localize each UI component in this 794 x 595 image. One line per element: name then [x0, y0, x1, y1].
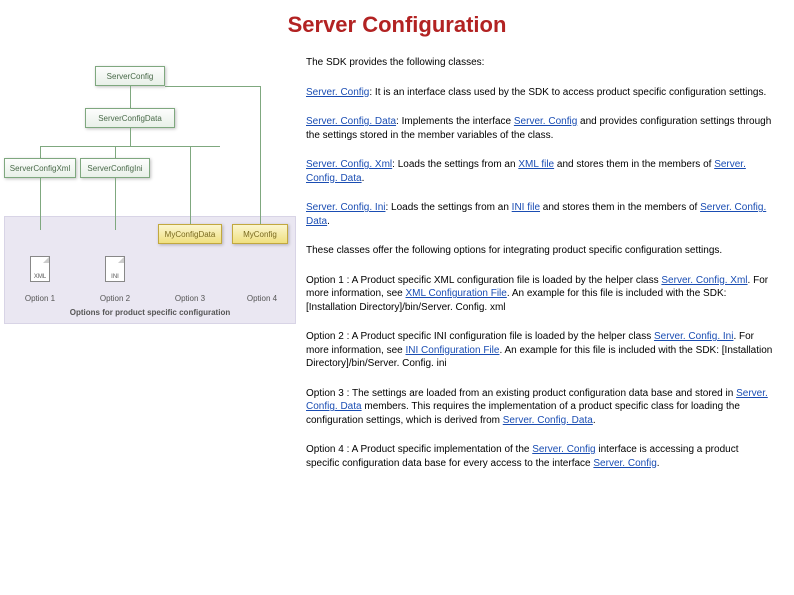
class-serverconfigini: Server. Config. Ini: Loads the settings …	[306, 201, 774, 228]
diagram-label-option2: Option 2	[85, 294, 145, 303]
link-o1-1[interactable]: Server. Config. Xml	[661, 275, 747, 286]
text: .	[327, 216, 330, 227]
connector	[190, 146, 191, 224]
text: Option 4 : A Product specific implementa…	[306, 444, 532, 455]
file-icon-xml: XML	[30, 256, 50, 282]
diagram-box-myconfigdata: MyConfigData	[158, 224, 222, 244]
option-1: Option 1 : A Product specific XML config…	[306, 274, 774, 315]
link-serverconfig-inline[interactable]: Server. Config	[514, 116, 577, 127]
class-serverconfigdata: Server. Config. Data: Implements the int…	[306, 115, 774, 142]
diagram-label-option1: Option 1	[10, 294, 70, 303]
class-serverconfig: Server. Config: It is an interface class…	[306, 86, 774, 100]
diagram-box-serverconfig: ServerConfig	[95, 66, 165, 86]
diagram-box-serverconfigxml: ServerConfigXml	[4, 158, 76, 178]
link-serverconfigini[interactable]: Server. Config. Ini	[306, 202, 385, 213]
text: and stores them in the members of	[554, 159, 714, 170]
connector	[130, 86, 131, 108]
connector	[130, 128, 131, 146]
file-icon-ini: INI	[105, 256, 125, 282]
link-serverconfigdata[interactable]: Server. Config. Data	[306, 116, 396, 127]
page-title: Server Configuration	[0, 0, 794, 46]
class-serverconfigxml: Server. Config. Xml: Loads the settings …	[306, 158, 774, 185]
link-o3-2[interactable]: Server. Config. Data	[503, 415, 593, 426]
text: : Loads the settings from an	[392, 159, 518, 170]
diagram-box-serverconfigini: ServerConfigIni	[80, 158, 150, 178]
link-o4-1[interactable]: Server. Config	[532, 444, 595, 455]
text: : It is an interface class used by the S…	[369, 87, 766, 98]
diagram-label-option4: Option 4	[232, 294, 292, 303]
diagram-box-serverconfigdata: ServerConfigData	[85, 108, 175, 128]
text: Option 2 : A Product specific INI config…	[306, 331, 654, 342]
text: .	[657, 458, 660, 469]
diagram-box-myconfig: MyConfig	[232, 224, 288, 244]
text: Option 1 : A Product specific XML config…	[306, 275, 661, 286]
text: Option 3 : The settings are loaded from …	[306, 388, 736, 399]
link-o2-2[interactable]: INI Configuration File	[406, 345, 500, 356]
link-o4-2[interactable]: Server. Config	[593, 458, 656, 469]
text: .	[362, 173, 365, 184]
connector	[165, 86, 260, 87]
text: : Implements the interface	[396, 116, 514, 127]
text: .	[593, 415, 596, 426]
option-4: Option 4 : A Product specific implementa…	[306, 443, 774, 470]
link-o2-1[interactable]: Server. Config. Ini	[654, 331, 733, 342]
content-row: ServerConfig ServerConfigData ServerConf…	[0, 46, 794, 486]
link-o1-2[interactable]: XML Configuration File	[406, 288, 507, 299]
option-2: Option 2 : A Product specific INI config…	[306, 330, 774, 371]
diagram-label-option3: Option 3	[160, 294, 220, 303]
link-serverconfig[interactable]: Server. Config	[306, 87, 369, 98]
connector	[40, 178, 41, 230]
text: and stores them in the members of	[540, 202, 700, 213]
diagram-caption: Options for product specific configurati…	[0, 308, 300, 317]
link-serverconfigxml[interactable]: Server. Config. Xml	[306, 159, 392, 170]
text: : Loads the settings from an	[385, 202, 511, 213]
connector	[40, 146, 220, 147]
options-intro: These classes offer the following option…	[306, 244, 774, 258]
architecture-diagram: ServerConfig ServerConfigData ServerConf…	[0, 46, 300, 306]
connector	[115, 178, 116, 230]
text-column: The SDK provides the following classes: …	[300, 46, 794, 486]
connector	[115, 146, 116, 158]
intro-text: The SDK provides the following classes:	[306, 56, 774, 70]
option-3: Option 3 : The settings are loaded from …	[306, 387, 774, 428]
connector	[260, 86, 261, 224]
connector	[40, 146, 41, 158]
link-ini-file[interactable]: INI file	[512, 202, 540, 213]
link-xml-file[interactable]: XML file	[518, 159, 554, 170]
